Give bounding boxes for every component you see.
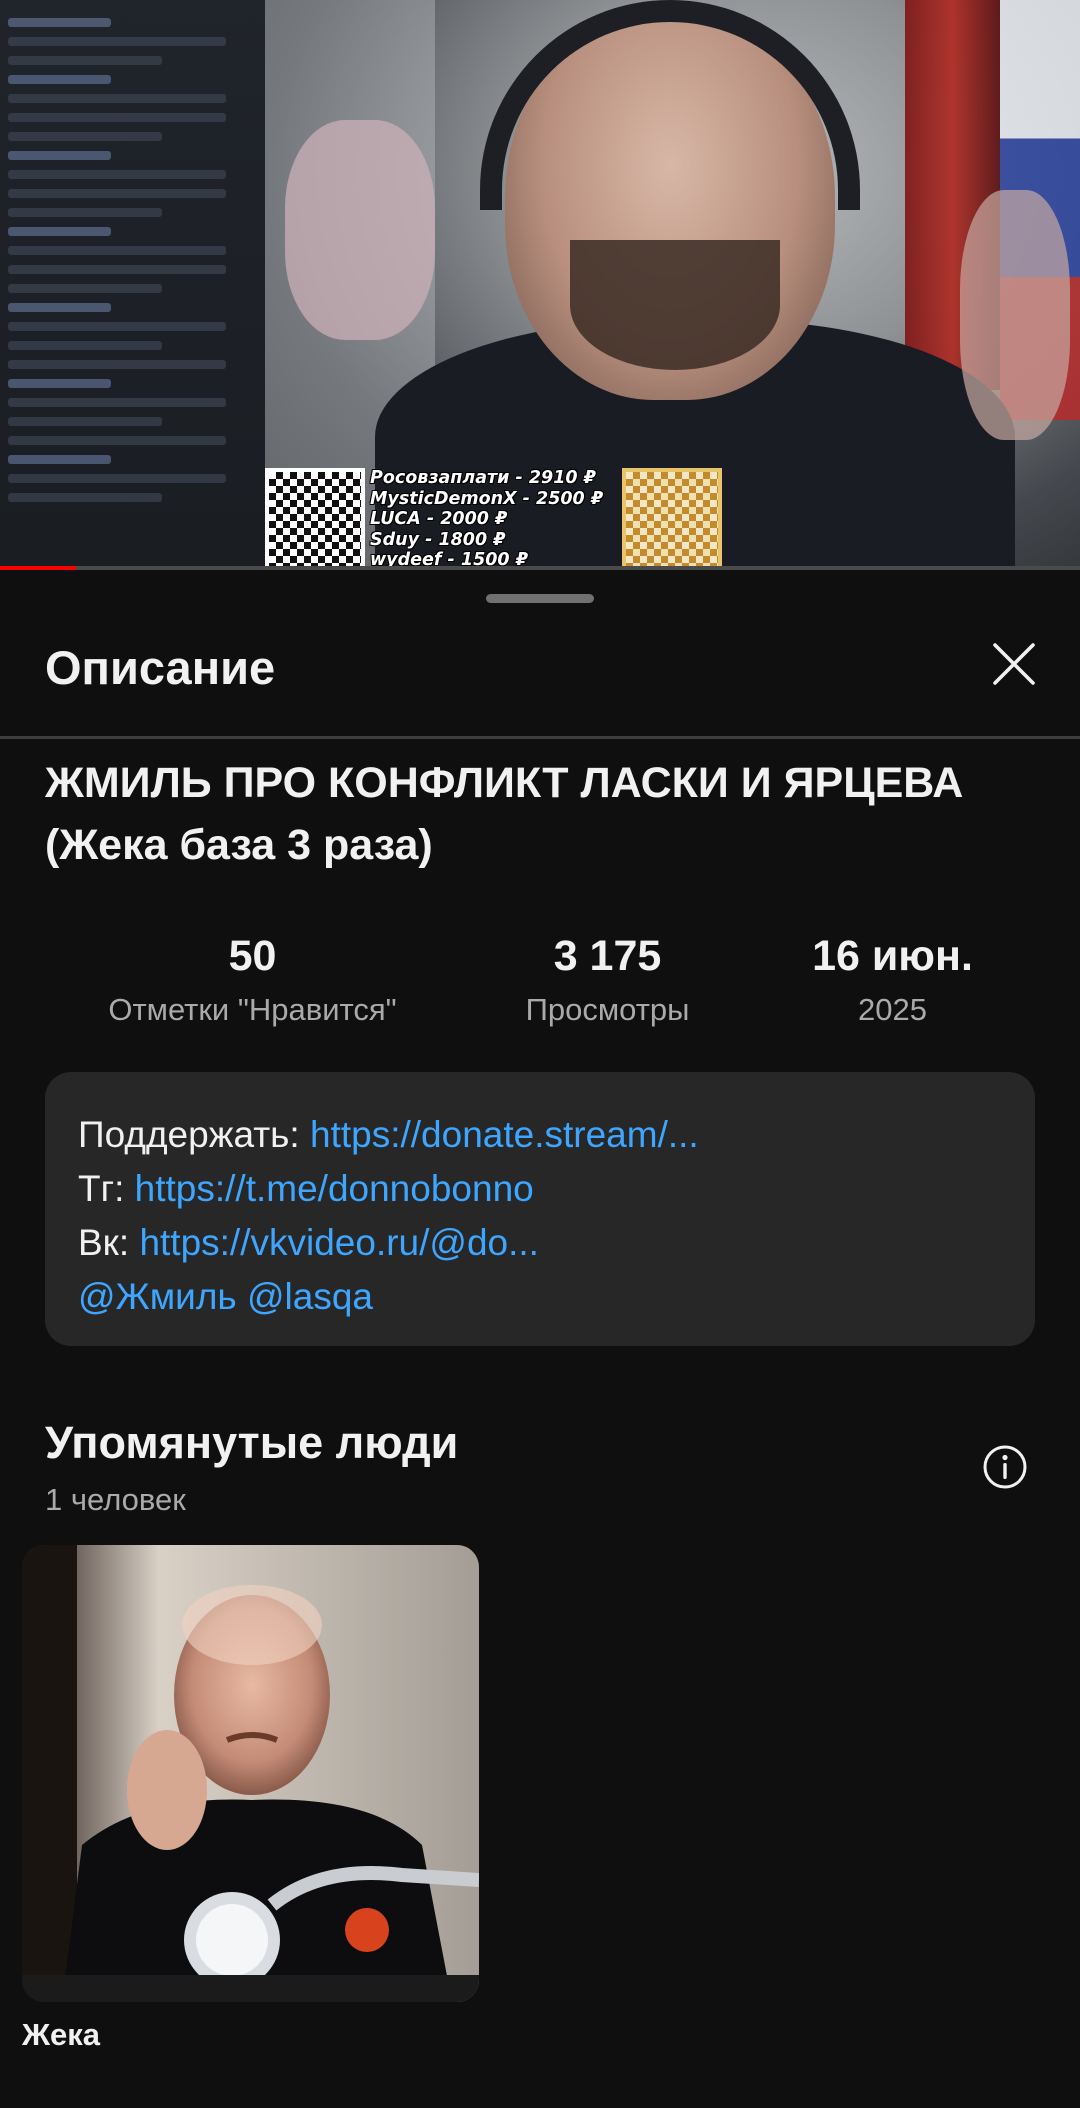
- telegram-line: Тг: https://t.me/donnobonno: [78, 1162, 1003, 1216]
- mentioned-people-title: Упомянутые люди: [45, 1417, 459, 1468]
- vk-label: Вк:: [78, 1222, 140, 1263]
- video-progress-fill: [0, 566, 76, 570]
- description-box: Поддержать: https://donate.stream/... Тг…: [45, 1072, 1035, 1346]
- views-stat: 3 175 Просмотры: [500, 928, 715, 1032]
- close-button[interactable]: [984, 634, 1044, 694]
- publish-date: 16 июн.: [812, 932, 973, 980]
- donation-item: Sduy - 1800 ₽: [370, 529, 506, 550]
- info-icon: [983, 1445, 1027, 1489]
- vk-line: Вк: https://vkvideo.ru/@do...: [78, 1216, 1003, 1270]
- header-divider: [0, 736, 1080, 739]
- vk-link[interactable]: https://vkvideo.ru/@do...: [139, 1222, 539, 1263]
- mentioned-people-count: 1 человек: [45, 1482, 186, 1517]
- telegram-label: Тг:: [78, 1168, 135, 1209]
- donation-item: LUCA - 2000 ₽: [370, 509, 508, 529]
- video-title: ЖМИЛЬ ПРО КОНФЛИКТ ЛАСКИ И ЯРЦЕВА (Жека …: [45, 759, 964, 869]
- support-label: Поддержать:: [78, 1114, 310, 1155]
- support-line: Поддержать: https://donate.stream/...: [78, 1108, 1003, 1162]
- drag-handle[interactable]: [486, 594, 594, 603]
- views-count: 3 175: [553, 932, 662, 980]
- donation-item: Росовзаплати - 2910 ₽: [370, 468, 596, 488]
- mention-link-zhmil[interactable]: @Жмиль: [78, 1276, 237, 1317]
- publish-year: 2025: [858, 992, 927, 1027]
- video-progress-bar[interactable]: [0, 566, 1080, 570]
- mentions-line: @Жмиль @lasqa: [78, 1270, 1003, 1324]
- likes-stat: 50 Отметки "Нравится": [80, 928, 425, 1032]
- person-name: Жека: [22, 2017, 101, 2052]
- support-link[interactable]: https://donate.stream/...: [310, 1114, 699, 1155]
- qr-code-icon: [622, 468, 722, 570]
- person-card-zheka[interactable]: [22, 1545, 479, 2002]
- stream-chat-overlay: [0, 0, 265, 570]
- donation-overlay: Росовзаплати - 2910 ₽ MysticDemonX - 250…: [265, 468, 725, 570]
- qr-code-icon: [265, 468, 365, 570]
- headphones: [480, 0, 860, 210]
- telegram-link[interactable]: https://t.me/donnobonno: [135, 1168, 534, 1209]
- donation-list: Росовзаплати - 2910 ₽ MysticDemonX - 250…: [370, 468, 620, 570]
- date-stat: 16 июн. 2025: [790, 928, 995, 1032]
- mention-link-lasqa[interactable]: @lasqa: [247, 1276, 373, 1317]
- close-icon: [993, 643, 1035, 685]
- views-label: Просмотры: [525, 992, 690, 1027]
- person-photo: [22, 1545, 479, 2002]
- likes-count: 50: [228, 932, 277, 980]
- info-button[interactable]: [980, 1442, 1030, 1492]
- video-player[interactable]: Росовзаплати - 2910 ₽ MysticDemonX - 250…: [0, 0, 1080, 570]
- sheet-title: Описание: [45, 641, 276, 694]
- likes-label: Отметки "Нравится": [108, 992, 397, 1027]
- donation-item: MysticDemonX - 2500 ₽: [370, 488, 604, 509]
